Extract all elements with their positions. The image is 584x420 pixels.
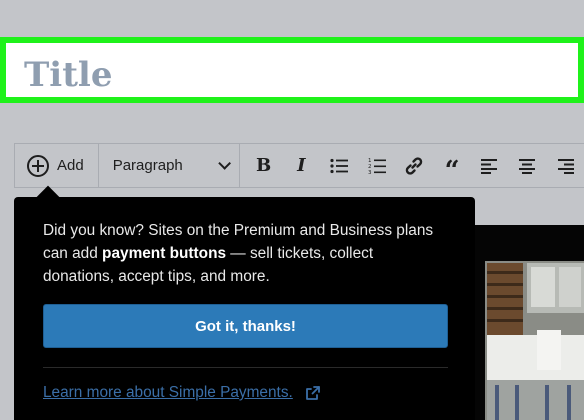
add-label: Add bbox=[57, 157, 84, 174]
link-icon bbox=[406, 156, 423, 175]
learn-more-link[interactable]: Learn more about Simple Payments. bbox=[43, 384, 321, 402]
title-input[interactable] bbox=[24, 55, 564, 95]
popover-arrow bbox=[36, 185, 60, 209]
link-button[interactable] bbox=[396, 144, 434, 187]
align-left-icon bbox=[480, 158, 497, 174]
add-block-button[interactable]: Add bbox=[15, 144, 99, 187]
align-center-button[interactable] bbox=[509, 144, 547, 187]
popover-divider bbox=[43, 367, 448, 368]
chevron-down-icon bbox=[218, 157, 231, 170]
italic-button[interactable]: I bbox=[282, 144, 320, 187]
learn-more-label: Learn more about Simple Payments. bbox=[43, 384, 293, 401]
svg-text:3: 3 bbox=[368, 170, 372, 175]
align-right-button[interactable] bbox=[546, 144, 584, 187]
block-toolbar: Add Paragraph B I 1 2 3 “ bbox=[14, 143, 584, 188]
payments-tip-popover: Did you know? Sites on the Premium and B… bbox=[14, 185, 475, 420]
photo-image bbox=[475, 225, 584, 420]
title-highlight-box bbox=[0, 37, 584, 103]
bulleted-list-icon bbox=[330, 158, 348, 173]
align-right-icon bbox=[558, 158, 575, 174]
bold-icon: B bbox=[256, 155, 272, 176]
align-left-button[interactable] bbox=[471, 144, 509, 187]
popover-message: Did you know? Sites on the Premium and B… bbox=[43, 222, 434, 285]
numbered-list-icon: 1 2 3 bbox=[368, 158, 386, 175]
align-center-icon bbox=[519, 158, 536, 174]
block-type-select[interactable]: Paragraph bbox=[99, 144, 240, 187]
numbered-list-button[interactable]: 1 2 3 bbox=[358, 144, 396, 187]
quote-button[interactable]: “ bbox=[433, 144, 471, 187]
bulleted-list-button[interactable] bbox=[320, 144, 358, 187]
plus-circle-icon bbox=[27, 154, 49, 177]
quote-icon: “ bbox=[444, 155, 460, 186]
got-it-button[interactable]: Got it, thanks! bbox=[43, 304, 448, 348]
image-block[interactable] bbox=[475, 225, 584, 420]
bold-button[interactable]: B bbox=[245, 144, 283, 187]
italic-icon: I bbox=[297, 155, 306, 176]
payment-buttons-emphasis: payment buttons bbox=[102, 245, 227, 262]
external-link-icon bbox=[305, 386, 320, 400]
block-type-label: Paragraph bbox=[112, 157, 183, 174]
